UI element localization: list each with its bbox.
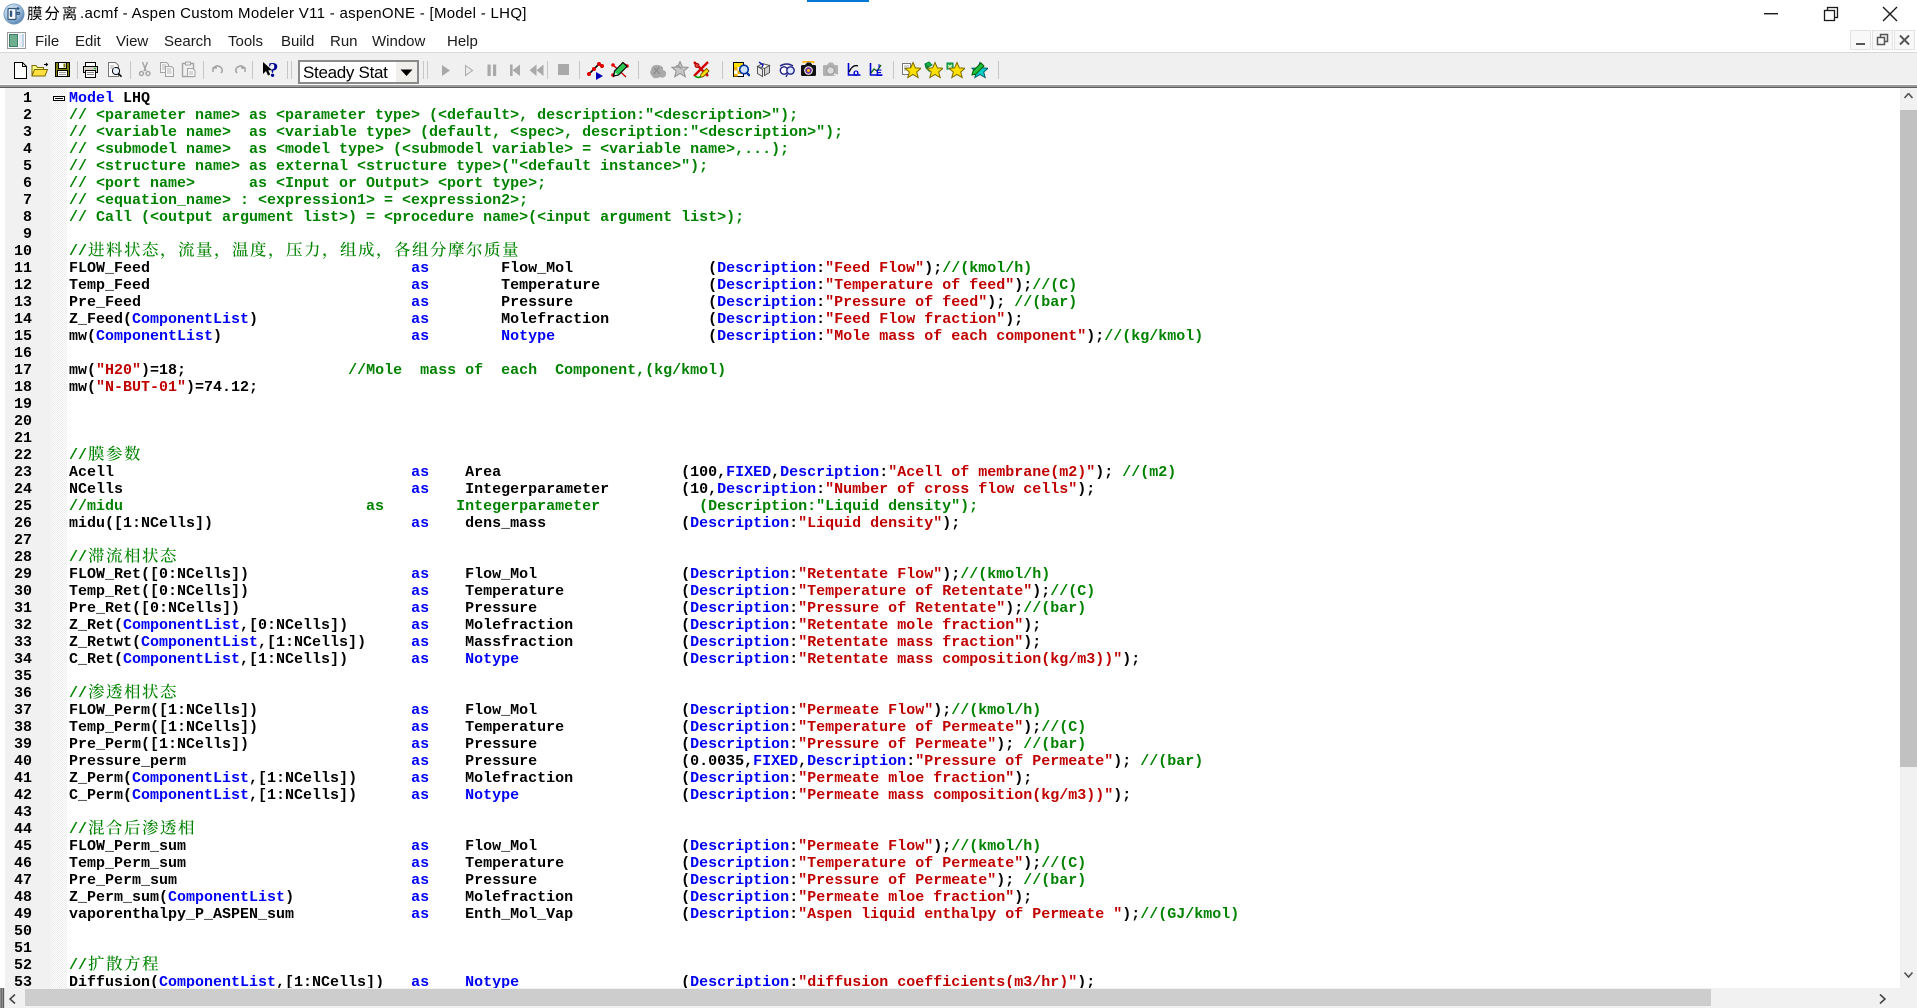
svg-text:o: o xyxy=(853,69,859,80)
svg-text:?: ? xyxy=(268,61,279,81)
svg-text:E: E xyxy=(876,69,882,80)
